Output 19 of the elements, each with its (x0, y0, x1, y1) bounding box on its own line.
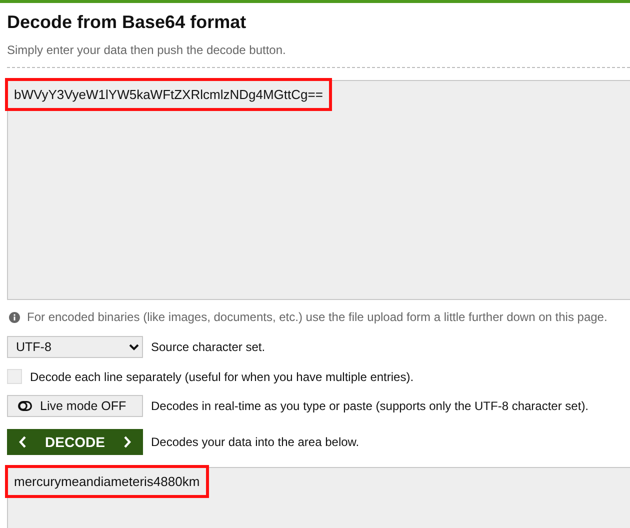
encoded-text: bWVyY3VyeW1lYW5kaWFtZXRlcmlzNDg4MGttCg== (5, 78, 332, 111)
checkbox[interactable] (7, 369, 22, 384)
input-field[interactable]: bWVyY3VyeW1lYW5kaWFtZXRlcmlzNDg4MGttCg== (7, 80, 630, 300)
toggle-icon (18, 401, 32, 411)
checkbox-label: Decode each line separately (useful for when you have multiple entries). (30, 370, 414, 384)
charset-label: Source character set. (151, 340, 266, 354)
output-field[interactable]: mercurymeandiameteris4880km (7, 467, 630, 528)
info-text: For encoded binaries (like images, documents, etc.) use the file upload form a little further down on this page. (27, 310, 608, 324)
charset-select[interactable]: UTF-8 (7, 336, 143, 358)
live-mode-button[interactable]: Live mode OFF (7, 395, 143, 417)
chevron-right-icon (123, 436, 131, 448)
decode-button[interactable]: DECODE (7, 429, 143, 455)
decode-description: Decodes your data into the area below. (151, 435, 360, 449)
page-title: Decode from Base64 format (7, 11, 248, 33)
live-mode-description: Decodes in real-time as you type or paste (supports only the UTF-8 character set). (151, 399, 589, 413)
info-icon (9, 312, 20, 322)
decoded-text: mercurymeandiameteris4880km (5, 465, 209, 498)
chevron-left-icon (19, 436, 27, 448)
page-subtitle: Simply enter your data then push the decode button. (7, 43, 287, 57)
